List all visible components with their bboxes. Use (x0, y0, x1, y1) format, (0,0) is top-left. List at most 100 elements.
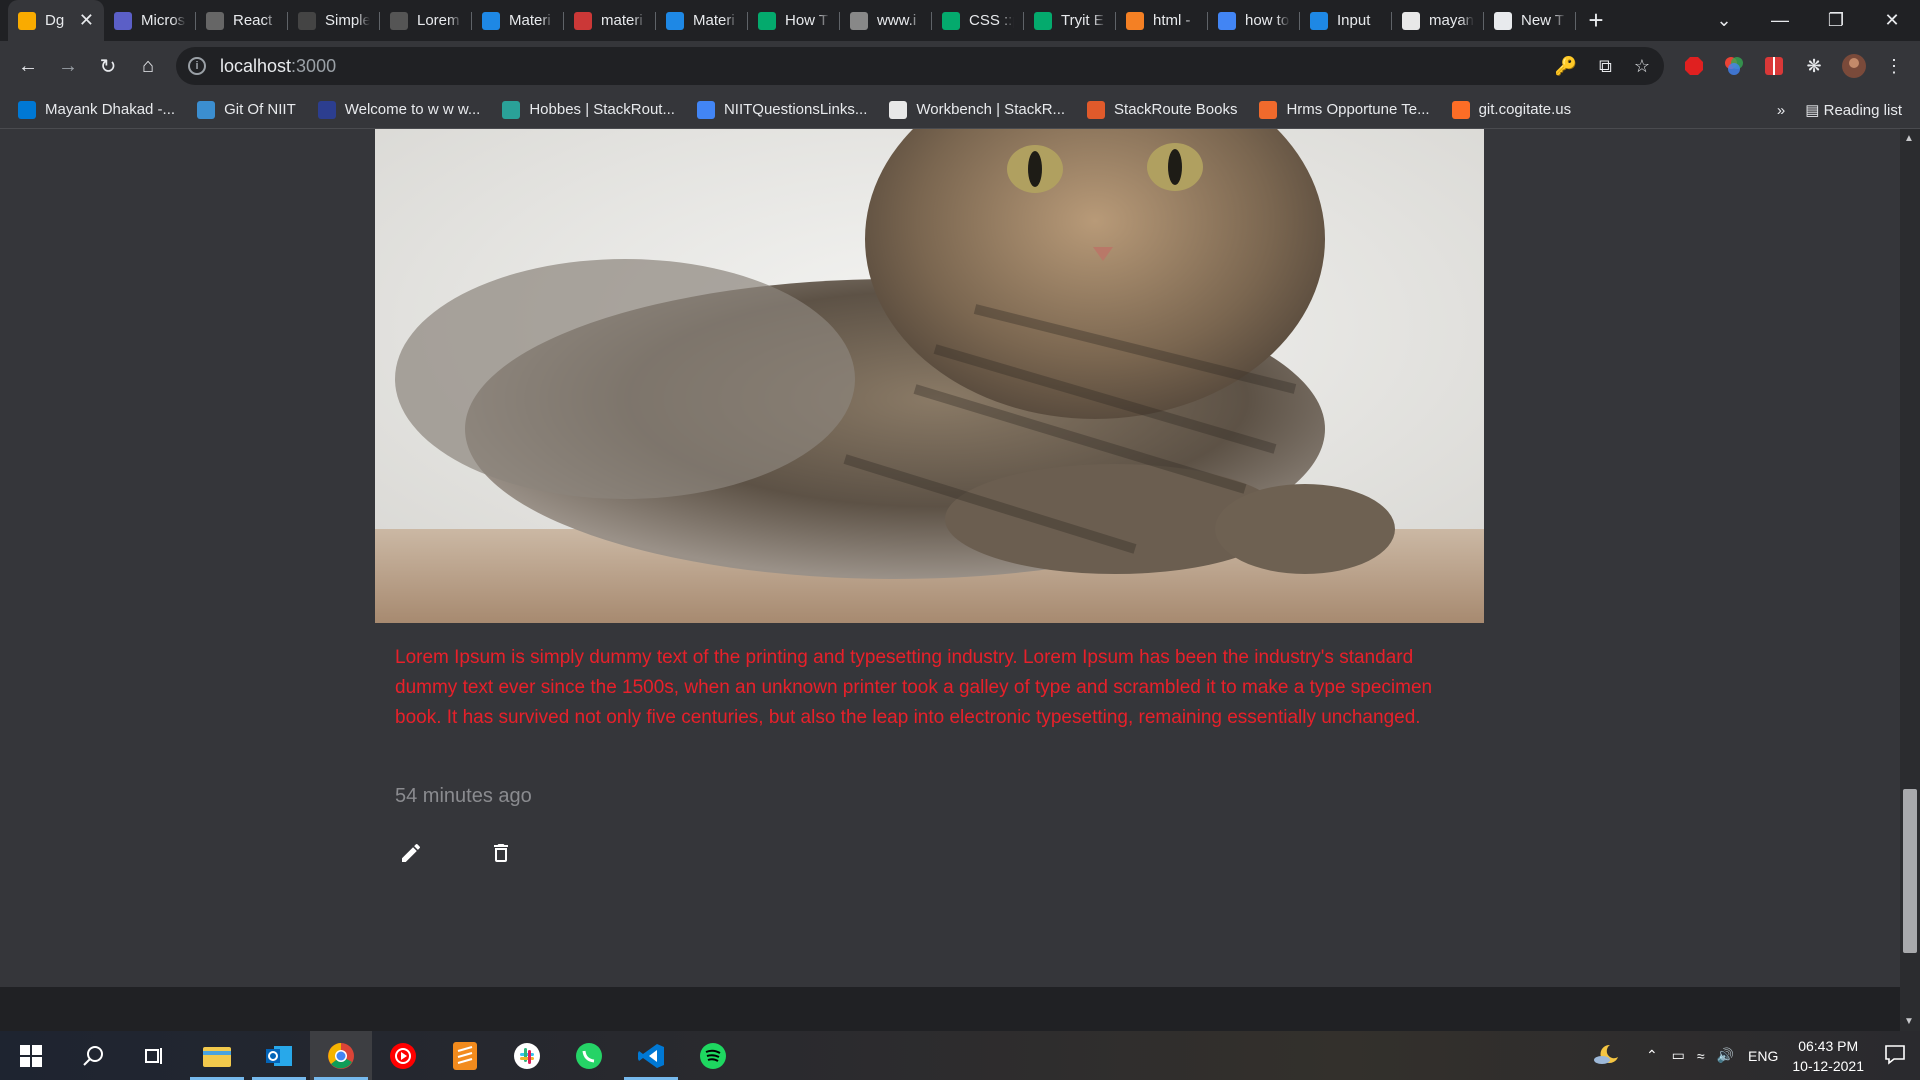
language-indicator[interactable]: ENG (1748, 1048, 1778, 1064)
new-tab-button[interactable]: + (1576, 0, 1616, 41)
bookmark-item[interactable]: StackRoute Books (1087, 100, 1237, 119)
bookmark-label: Hobbes | StackRout... (529, 101, 675, 118)
browser-tab[interactable]: Tryit E (1024, 0, 1116, 41)
bookmark-item[interactable]: Welcome to w w w... (317, 100, 480, 119)
post-actions (395, 837, 517, 869)
forward-icon[interactable]: → (48, 46, 88, 86)
browser-menu-icon[interactable]: ⋮ (1882, 54, 1906, 78)
globe-icon (850, 11, 868, 30)
browser-tab[interactable]: Input (1300, 0, 1392, 41)
reading-list-icon: ▤ (1805, 102, 1820, 119)
reload-icon[interactable]: ↻ (88, 46, 128, 86)
chrome-icon[interactable] (310, 1031, 372, 1080)
tab-strip: Dg ✕ Micros React Simple Lorem Materi materi Mat… (0, 0, 1920, 41)
vscode-icon[interactable] (620, 1031, 682, 1080)
tab-label: mayan (1429, 12, 1474, 29)
home-icon[interactable]: ⌂ (128, 46, 168, 86)
browser-tab[interactable]: Lorem (380, 0, 472, 41)
slack-icon[interactable] (496, 1031, 558, 1080)
tab-search-icon[interactable]: ⌄ (1696, 10, 1752, 31)
books-icon (1087, 100, 1106, 119)
more-bookmarks-button[interactable]: » (1777, 102, 1785, 119)
browser-tab[interactable]: Simple (288, 0, 380, 41)
close-window-icon[interactable]: ✕ (1864, 10, 1920, 31)
browser-tab[interactable]: materi (564, 0, 656, 41)
minimize-icon[interactable]: — (1752, 10, 1808, 31)
browser-tab[interactable]: how to (1208, 0, 1300, 41)
tab-list: Dg ✕ Micros React Simple Lorem Materi materi Mat… (0, 0, 1616, 41)
tab-label: Micros (141, 12, 186, 29)
scroll-thumb[interactable] (1903, 789, 1917, 953)
puzzle-extensions-icon[interactable]: ❋ (1802, 54, 1826, 78)
clock[interactable]: 06:43 PM 10-12-2021 (1792, 1036, 1864, 1076)
delete-icon[interactable] (485, 837, 517, 869)
gift-extension-icon[interactable] (1762, 54, 1786, 78)
browser-tab[interactable]: How T (748, 0, 840, 41)
docs-icon (696, 100, 715, 119)
site-info-icon[interactable]: i (188, 57, 206, 75)
back-icon[interactable]: ← (8, 46, 48, 86)
browser-tab[interactable]: React (196, 0, 288, 41)
restore-icon[interactable]: ❐ (1808, 10, 1864, 31)
wifi-icon[interactable]: ≈ (1697, 1048, 1705, 1064)
w3schools-icon (942, 11, 960, 30)
browser-tab[interactable]: html - (1116, 0, 1208, 41)
page-footer (0, 987, 1900, 1031)
edit-icon[interactable] (395, 837, 427, 869)
search-icon[interactable] (62, 1031, 124, 1080)
w3schools-icon (758, 11, 776, 30)
bookmark-item[interactable]: Git Of NIIT (197, 100, 296, 119)
browser-tab[interactable]: Micros (104, 0, 196, 41)
browser-tab[interactable]: mayan (1392, 0, 1484, 41)
task-view-icon[interactable] (124, 1031, 186, 1080)
whatsapp-icon[interactable] (558, 1031, 620, 1080)
profile-avatar-icon[interactable] (1842, 54, 1866, 78)
stackoverflow-icon (1126, 11, 1144, 30)
outlook-icon[interactable] (248, 1031, 310, 1080)
browser-tab[interactable]: New T (1484, 0, 1576, 41)
browser-tab[interactable]: Dg ✕ (8, 0, 104, 41)
battery-icon[interactable]: ▭ (1672, 1047, 1685, 1064)
scroll-up-icon[interactable]: ▲ (1904, 133, 1914, 144)
window-controls: ⌄ — ❐ ✕ (1696, 0, 1920, 41)
url-port: :3000 (291, 55, 337, 76)
share-icon[interactable]: ⧉ (1599, 56, 1612, 77)
bookmark-item[interactable]: NIITQuestionsLinks... (696, 100, 867, 119)
notifications-icon[interactable] (1884, 1043, 1906, 1068)
page-scrollbar[interactable]: ▲ ▼ (1900, 129, 1920, 1031)
tab-label: how to (1245, 12, 1290, 29)
sublime-icon[interactable] (434, 1031, 496, 1080)
close-tab-icon[interactable]: ✕ (79, 10, 94, 31)
browser-tab[interactable]: Materi (472, 0, 564, 41)
clock-time: 06:43 PM (1798, 1037, 1859, 1054)
bookmark-item[interactable]: Hobbes | StackRout... (502, 100, 675, 119)
youtube-music-icon[interactable] (372, 1031, 434, 1080)
mui-icon (1310, 11, 1328, 30)
react-site-icon (206, 11, 224, 30)
git-niit-icon (197, 100, 216, 119)
adblock-extension-icon[interactable] (1682, 54, 1706, 78)
tab-label: Input (1337, 12, 1371, 29)
bookmark-item[interactable]: git.cogitate.us (1451, 100, 1571, 119)
scroll-down-icon[interactable]: ▼ (1904, 1016, 1914, 1027)
weather-icon[interactable] (1593, 1043, 1620, 1068)
bookmark-item[interactable]: Hrms Opportune Te... (1259, 100, 1430, 119)
browser-tab[interactable]: CSS ::p (932, 0, 1024, 41)
reading-list-button[interactable]: ▤ Reading list (1805, 101, 1902, 119)
bookmark-star-icon[interactable]: ☆ (1634, 56, 1650, 77)
file-explorer-icon[interactable] (186, 1031, 248, 1080)
browser-tab[interactable]: Materi (656, 0, 748, 41)
key-icon[interactable]: 🔑 (1555, 56, 1577, 77)
address-bar[interactable]: i localhost:3000 🔑 ⧉ ☆ (176, 47, 1664, 85)
tab-label: materi (601, 12, 643, 29)
gitlab-icon (1451, 100, 1470, 119)
bookmark-item[interactable]: Workbench | StackR... (889, 100, 1065, 119)
windows-taskbar: ⌃ ▭ ≈ 🔊 ENG 06:43 PM 10-12-2021 (0, 1031, 1920, 1080)
start-icon[interactable] (0, 1031, 62, 1080)
tray-expand-icon[interactable]: ⌃ (1646, 1047, 1658, 1064)
volume-icon[interactable]: 🔊 (1717, 1047, 1734, 1064)
spotify-icon[interactable] (682, 1031, 744, 1080)
color-extension-icon[interactable] (1722, 54, 1746, 78)
browser-tab[interactable]: www.i (840, 0, 932, 41)
bookmark-item[interactable]: Mayank Dhakad -... (18, 100, 175, 119)
